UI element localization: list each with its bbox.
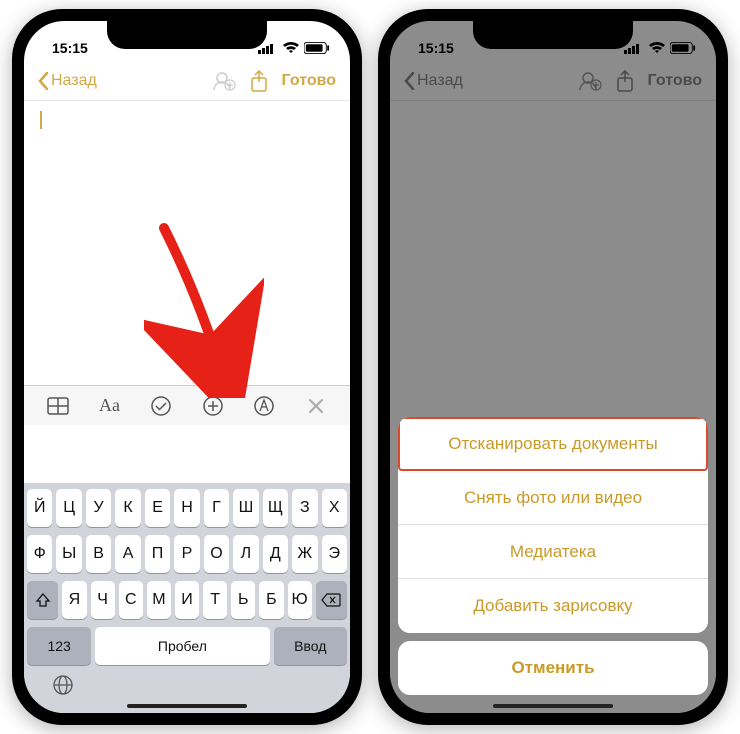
keyboard-toolbar: Aa — [24, 385, 350, 425]
phone-frame-left: 15:15 Назад Готово — [12, 9, 362, 725]
keyboard-under-row — [27, 665, 347, 705]
key[interactable]: К — [115, 489, 140, 527]
nav-bar: Назад Готово — [24, 61, 350, 101]
screen-right: 15:15 Назад Готово Отсканировать докумен… — [390, 21, 716, 713]
share-icon[interactable] — [250, 70, 268, 92]
status-icons — [258, 38, 330, 58]
key[interactable]: П — [145, 535, 170, 573]
key[interactable]: Д — [263, 535, 288, 573]
key[interactable]: У — [86, 489, 111, 527]
action-scan-documents[interactable]: Отсканировать документы — [398, 417, 708, 471]
key[interactable]: Ч — [91, 581, 115, 619]
key[interactable]: Б — [259, 581, 283, 619]
keyboard-row-2: Ф Ы В А П Р О Л Д Ж Э — [27, 535, 347, 573]
key[interactable]: Е — [145, 489, 170, 527]
globe-icon[interactable] — [51, 673, 75, 703]
table-icon[interactable] — [43, 391, 73, 421]
keyboard-row-3: Я Ч С М И Т Ь Б Ю — [27, 581, 347, 619]
numeric-key[interactable]: 123 — [27, 627, 91, 665]
key[interactable]: Г — [204, 489, 229, 527]
backspace-key[interactable] — [316, 581, 347, 619]
key[interactable]: М — [147, 581, 171, 619]
action-cancel[interactable]: Отменить — [398, 641, 708, 695]
back-button[interactable]: Назад — [38, 72, 97, 90]
key[interactable]: Э — [322, 535, 347, 573]
action-sheet: Отсканировать документы Снять фото или в… — [398, 417, 708, 705]
keyboard-row-1: Й Ц У К Е Н Г Ш Щ З Х — [27, 489, 347, 527]
add-attachment-icon[interactable] — [198, 391, 228, 421]
key[interactable]: Ц — [56, 489, 81, 527]
back-label: Назад — [51, 72, 97, 90]
home-indicator[interactable] — [127, 704, 247, 708]
done-button[interactable]: Готово — [282, 72, 336, 90]
key[interactable]: Я — [62, 581, 86, 619]
action-add-sketch[interactable]: Добавить зарисовку — [398, 579, 708, 633]
key[interactable]: Х — [322, 489, 347, 527]
wifi-icon — [281, 38, 301, 58]
key[interactable]: Ю — [288, 581, 312, 619]
key[interactable]: Ф — [27, 535, 52, 573]
action-photo-library[interactable]: Медиатека — [398, 525, 708, 579]
chevron-left-icon — [38, 72, 49, 90]
space-key[interactable]: Пробел — [95, 627, 269, 665]
action-sheet-group: Отсканировать документы Снять фото или в… — [398, 417, 708, 633]
text-format-icon[interactable]: Aa — [94, 391, 124, 421]
markup-icon[interactable] — [249, 391, 279, 421]
keyboard-row-4: 123 Пробел Ввод — [27, 627, 347, 665]
key[interactable]: Ш — [233, 489, 258, 527]
notch — [473, 21, 633, 49]
enter-key[interactable]: Ввод — [274, 627, 347, 665]
key[interactable]: Р — [174, 535, 199, 573]
key[interactable]: Ж — [292, 535, 317, 573]
key[interactable]: А — [115, 535, 140, 573]
key[interactable]: Л — [233, 535, 258, 573]
key[interactable]: В — [86, 535, 111, 573]
notch — [107, 21, 267, 49]
key[interactable]: О — [204, 535, 229, 573]
key[interactable]: Ь — [231, 581, 255, 619]
key[interactable]: Й — [27, 489, 52, 527]
key[interactable]: Н — [174, 489, 199, 527]
key[interactable]: И — [175, 581, 199, 619]
shift-key[interactable] — [27, 581, 58, 619]
key[interactable]: Т — [203, 581, 227, 619]
battery-icon — [304, 38, 330, 58]
text-cursor — [40, 111, 42, 129]
key[interactable]: Ы — [56, 535, 81, 573]
status-time: 15:15 — [52, 40, 88, 56]
key[interactable]: Щ — [263, 489, 288, 527]
key[interactable]: С — [119, 581, 143, 619]
action-take-photo-video[interactable]: Снять фото или видео — [398, 471, 708, 525]
checklist-icon[interactable] — [146, 391, 176, 421]
people-add-icon[interactable] — [212, 70, 236, 92]
keyboard: Й Ц У К Е Н Г Ш Щ З Х Ф Ы В А П Р О Л — [24, 483, 350, 713]
key[interactable]: З — [292, 489, 317, 527]
close-toolbar-icon[interactable] — [301, 391, 331, 421]
note-body[interactable] — [24, 101, 350, 144]
screen-left: 15:15 Назад Готово — [24, 21, 350, 713]
phone-frame-right: 15:15 Назад Готово Отсканировать докумен… — [378, 9, 728, 725]
